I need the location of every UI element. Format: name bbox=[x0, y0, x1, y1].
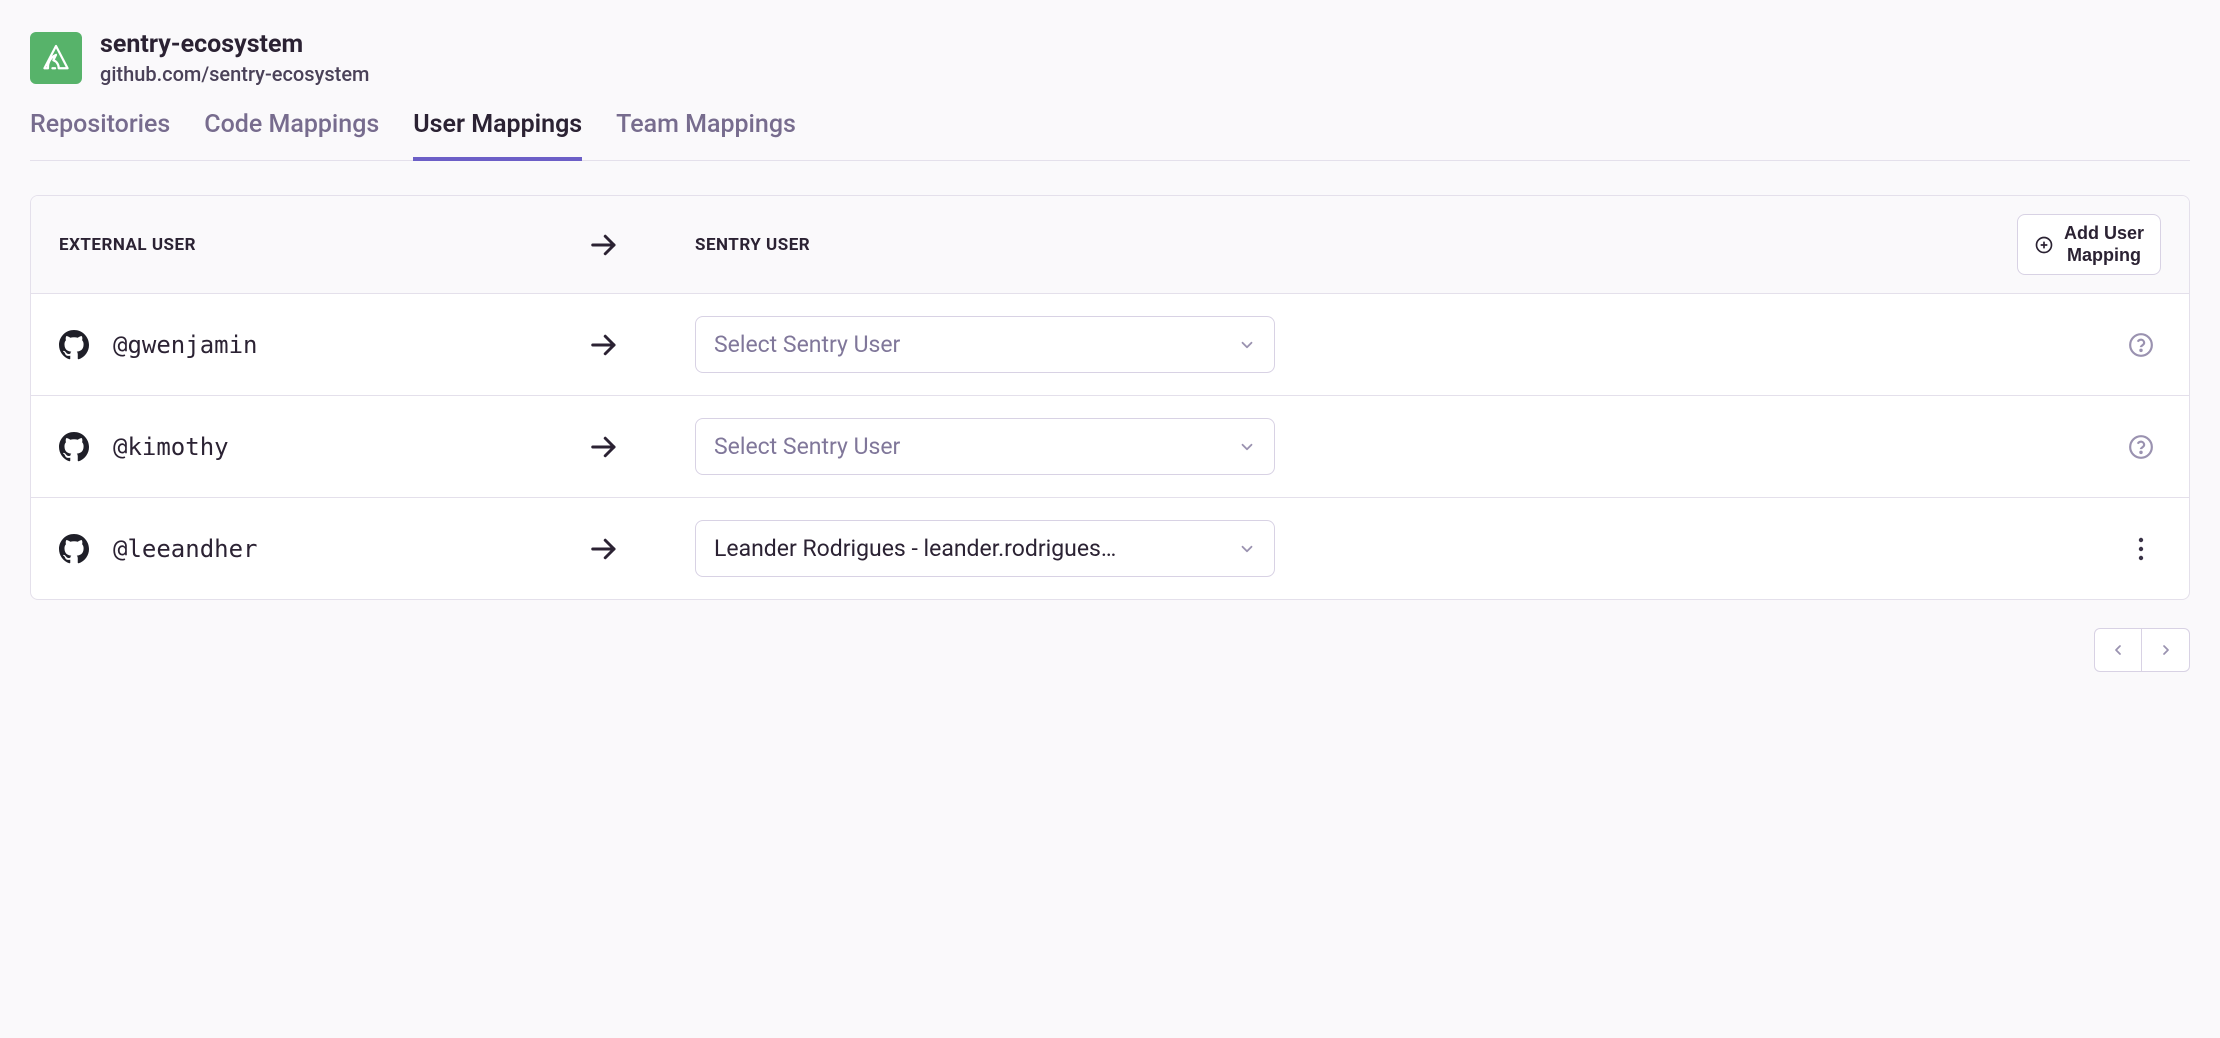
help-icon[interactable] bbox=[2128, 332, 2154, 358]
help-icon[interactable] bbox=[2128, 434, 2154, 460]
add-user-mapping-label: Add UserMapping bbox=[2064, 223, 2144, 266]
sentry-user-select[interactable]: Select Sentry User bbox=[695, 418, 1275, 475]
sentry-user-select[interactable]: Select Sentry User bbox=[695, 316, 1275, 373]
next-page-button[interactable] bbox=[2142, 628, 2190, 672]
external-username: @gwenjamin bbox=[113, 331, 258, 359]
chevron-down-icon bbox=[1238, 540, 1256, 558]
more-icon[interactable] bbox=[2138, 536, 2144, 562]
arrow-right-icon bbox=[589, 534, 619, 564]
github-icon bbox=[59, 432, 89, 462]
tab-repositories[interactable]: Repositories bbox=[30, 110, 170, 161]
external-username: @kimothy bbox=[113, 433, 229, 461]
plus-circle-icon bbox=[2034, 235, 2054, 255]
column-external-user: EXTERNAL USER bbox=[59, 235, 589, 255]
mapping-row: @gwenjamin Select Sentry User bbox=[31, 294, 2189, 396]
chevron-down-icon bbox=[1238, 336, 1256, 354]
panel-header: EXTERNAL USER SENTRY USER Add UserMappin… bbox=[31, 196, 2189, 294]
github-icon bbox=[59, 534, 89, 564]
tab-team-mappings[interactable]: Team Mappings bbox=[616, 110, 796, 161]
arrow-right-icon bbox=[589, 330, 619, 360]
github-icon bbox=[59, 330, 89, 360]
arrow-right-icon bbox=[589, 230, 619, 260]
tab-code-mappings[interactable]: Code Mappings bbox=[204, 110, 379, 161]
sentry-logo-icon bbox=[30, 32, 82, 84]
chevron-down-icon bbox=[1238, 438, 1256, 456]
select-placeholder: Select Sentry User bbox=[714, 433, 1226, 460]
tab-user-mappings[interactable]: User Mappings bbox=[413, 110, 582, 161]
mappings-panel: EXTERNAL USER SENTRY USER Add UserMappin… bbox=[30, 195, 2190, 600]
integration-subtitle: github.com/sentry-ecosystem bbox=[100, 62, 369, 86]
pagination bbox=[30, 628, 2190, 672]
integration-header: sentry-ecosystem github.com/sentry-ecosy… bbox=[30, 30, 2190, 86]
external-username: @leeandher bbox=[113, 535, 258, 563]
add-user-mapping-button[interactable]: Add UserMapping bbox=[2017, 214, 2161, 275]
arrow-right-icon bbox=[589, 432, 619, 462]
column-sentry-user: SENTRY USER bbox=[695, 235, 2017, 255]
prev-page-button[interactable] bbox=[2094, 628, 2142, 672]
select-value: Leander Rodrigues - leander.rodrigues… bbox=[714, 535, 1226, 562]
tabs: Repositories Code Mappings User Mappings… bbox=[30, 110, 2190, 161]
integration-title: sentry-ecosystem bbox=[100, 30, 369, 60]
select-placeholder: Select Sentry User bbox=[714, 331, 1226, 358]
sentry-user-select[interactable]: Leander Rodrigues - leander.rodrigues… bbox=[695, 520, 1275, 577]
mapping-row: @kimothy Select Sentry User bbox=[31, 396, 2189, 498]
mapping-row: @leeandher Leander Rodrigues - leander.r… bbox=[31, 498, 2189, 599]
